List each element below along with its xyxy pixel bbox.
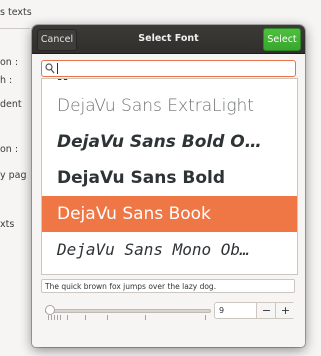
slider-tick <box>67 315 68 320</box>
slider-tick <box>205 315 206 320</box>
font-size-spinbutton[interactable]: 9 − + <box>214 302 295 319</box>
font-name: DejaVu Sans Book <box>57 204 211 224</box>
slider-tick <box>145 315 146 320</box>
preview-text-field[interactable]: The quick brown fox jumps over the lazy … <box>41 279 295 293</box>
cancel-button[interactable]: Cancel <box>37 29 77 51</box>
bg-label: on : <box>0 57 19 68</box>
font-row[interactable]: DejaVu Sans Bold O… <box>42 124 297 160</box>
bg-label: s texts <box>0 7 32 18</box>
bg-label: h : <box>0 75 13 86</box>
select-font-dialog: Select Font Cancel Select ‥ DejaVu Sans … <box>32 25 305 347</box>
slider-tick <box>85 315 86 320</box>
header-bar: Select Font Cancel Select <box>32 25 305 54</box>
font-row[interactable]: DejaVu Sans Mono Ob… <box>42 232 297 268</box>
decrease-size-button[interactable]: − <box>256 303 276 318</box>
select-button[interactable]: Select <box>263 28 301 51</box>
divider <box>0 28 30 29</box>
font-list[interactable]: ‥ DejaVu Sans ExtraLight DejaVu Sans Bol… <box>41 78 298 275</box>
slider-tick <box>57 315 58 320</box>
bg-label: xts <box>0 219 15 230</box>
search-icon <box>45 63 55 74</box>
slider-handle[interactable] <box>45 305 55 315</box>
font-name: DejaVu Sans Bold <box>57 168 225 188</box>
slider-tick <box>54 315 55 320</box>
slider-tick <box>48 315 49 320</box>
font-name: DejaVu Sans Mono Ob… <box>57 240 250 259</box>
slider-tick <box>51 315 52 320</box>
font-size-value: 9 <box>219 306 225 315</box>
font-row[interactable]: DejaVu Sans ExtraLight <box>42 88 297 124</box>
search-input[interactable] <box>41 60 296 77</box>
font-name: DejaVu Sans Bold O… <box>57 132 262 152</box>
font-name: DejaVu Sans ExtraLight <box>57 96 254 116</box>
text-cursor <box>57 63 58 74</box>
bg-label: y pag <box>0 170 27 181</box>
font-row-selected[interactable]: DejaVu Sans Book <box>42 196 297 232</box>
slider-trough <box>45 309 211 313</box>
font-row[interactable]: DejaVu Sans Bold <box>42 160 297 196</box>
slider-tick <box>107 315 108 320</box>
slider-tick <box>60 315 61 320</box>
font-size-slider[interactable] <box>45 303 211 321</box>
bg-label: on : <box>0 144 19 155</box>
bg-label: dent <box>0 99 22 110</box>
increase-size-button[interactable]: + <box>275 303 295 318</box>
